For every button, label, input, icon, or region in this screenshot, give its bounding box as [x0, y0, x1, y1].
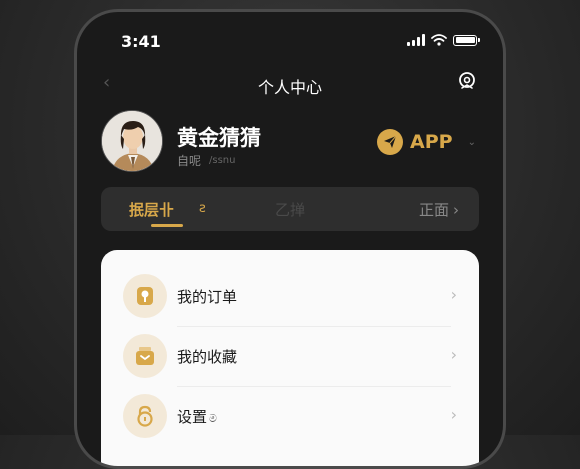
user-subtitle: 自呢 /ssnu: [177, 152, 235, 169]
user-sub-label: 自呢: [177, 154, 202, 168]
pin-icon: [123, 274, 167, 318]
menu-card: 我的订单 › 我的收藏 › 设置 ම ›: [101, 250, 479, 466]
chevron-right-icon: ›: [450, 405, 457, 424]
app-badge[interactable]: APP ⌄: [377, 129, 476, 155]
chevron-right-icon: ›: [450, 345, 457, 364]
menu-label-settings: 设置 ම: [177, 408, 217, 426]
page-title: 个人中心: [257, 78, 322, 97]
paper-plane-icon: [377, 129, 403, 155]
tab-3[interactable]: 正面 ›: [419, 199, 459, 220]
support-icon[interactable]: [457, 71, 477, 91]
menu-item-orders[interactable]: 我的订单 ›: [101, 266, 479, 326]
chevron-down-icon: ⌄: [467, 136, 476, 148]
phone-frame: 3:41 ‹ 个人中心 黄金猜猜 自呢 /ssnu APP ⌄ 抿层卝 ƨ 乙掸…: [74, 9, 506, 469]
tab-2[interactable]: 乙掸: [275, 199, 305, 220]
avatar[interactable]: [101, 110, 163, 172]
chevron-right-icon: ›: [453, 200, 459, 219]
app-label: APP: [410, 131, 453, 153]
status-icons: [407, 34, 480, 46]
menu-label-orders: 我的订单: [177, 288, 238, 306]
tab-1[interactable]: 抿层卝: [129, 199, 174, 220]
tab-active-indicator: [151, 224, 183, 227]
signal-icon: [407, 34, 425, 46]
chevron-right-icon: ›: [450, 285, 457, 304]
tab-3-label: 正面: [418, 201, 449, 219]
screen: 3:41 ‹ 个人中心 黄金猜猜 自呢 /ssnu APP ⌄ 抿层卝 ƨ 乙掸…: [77, 12, 503, 466]
user-sub-value: /ssnu: [209, 155, 236, 166]
wifi-icon: [431, 34, 447, 46]
lock-icon: [123, 394, 167, 438]
menu-item-settings[interactable]: 设置 ම ›: [101, 386, 479, 446]
battery-icon: [453, 34, 480, 46]
status-time: 3:41: [121, 32, 161, 51]
avatar-portrait-icon: [102, 111, 162, 171]
menu-label-favorites: 我的收藏: [177, 348, 238, 366]
tab-1-mark: ƨ: [199, 201, 206, 216]
user-name: 黄金猜猜: [177, 126, 261, 150]
box-icon: [123, 334, 167, 378]
tab-bar: 抿层卝 ƨ 乙掸 正面 ›: [101, 187, 479, 231]
menu-item-favorites[interactable]: 我的收藏 ›: [101, 326, 479, 386]
